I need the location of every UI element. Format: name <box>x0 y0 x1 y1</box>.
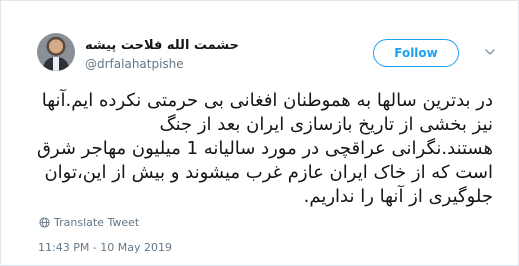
translate-label: Translate Tweet <box>54 216 140 229</box>
tweet-line: نیز بخشی از تاریخ بازسازی ایران بعد از ج… <box>159 114 493 135</box>
translate-tweet-link[interactable]: Translate Tweet <box>39 216 139 229</box>
author-display-name[interactable]: حشمت الله فلاحت پیشه <box>85 38 239 53</box>
tweet-line: هستند.نگرانی عراقچی در مورد سالیانه 1 می… <box>36 138 493 159</box>
tweet-timestamp[interactable]: 11:43 PM - 10 May 2019 <box>38 241 172 254</box>
tweet-line: در بدترین سالها به هموطنان افغانی بی حرم… <box>41 90 493 111</box>
avatar-shirt <box>53 57 59 71</box>
chevron-down-icon[interactable] <box>485 47 495 57</box>
author-avatar[interactable] <box>37 33 75 71</box>
tweet-line: جلوگیری از آنها را نداریم. <box>303 186 493 207</box>
follow-button[interactable]: Follow <box>373 39 459 67</box>
tweet-line: است که از خاک ایران عازم غرب میشوند و بی… <box>44 162 493 183</box>
author-handle[interactable]: @drfalahatpishe <box>85 57 184 71</box>
tweet-text: در بدترین سالها به هموطنان افغانی بی حرم… <box>31 89 493 209</box>
tweet-card: حشمت الله فلاحت پیشه @drfalahatpishe Fol… <box>0 0 519 266</box>
globe-icon <box>39 217 50 228</box>
